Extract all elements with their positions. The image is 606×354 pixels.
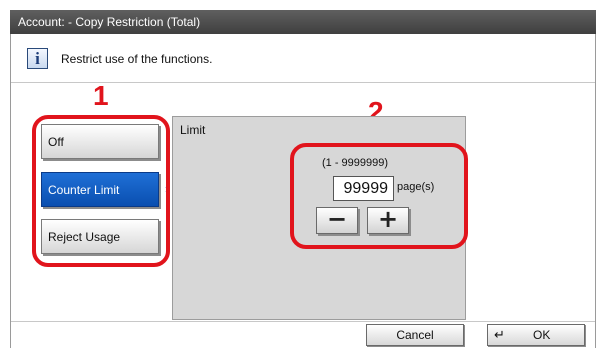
ok-label: OK bbox=[533, 328, 551, 342]
annotation-circle-2 bbox=[290, 143, 468, 249]
window-title: Account: - Copy Restriction (Total) bbox=[10, 10, 596, 34]
ok-button[interactable]: ↵ OK bbox=[487, 324, 585, 346]
annotation-marker-1: 1 bbox=[93, 80, 109, 111]
limit-title: Limit bbox=[180, 123, 206, 137]
info-message: Restrict use of the functions. bbox=[61, 52, 213, 66]
info-icon: i bbox=[27, 48, 48, 69]
enter-icon: ↵ bbox=[494, 327, 505, 342]
cancel-button[interactable]: Cancel bbox=[366, 324, 464, 346]
annotation-circle-1 bbox=[32, 115, 170, 267]
